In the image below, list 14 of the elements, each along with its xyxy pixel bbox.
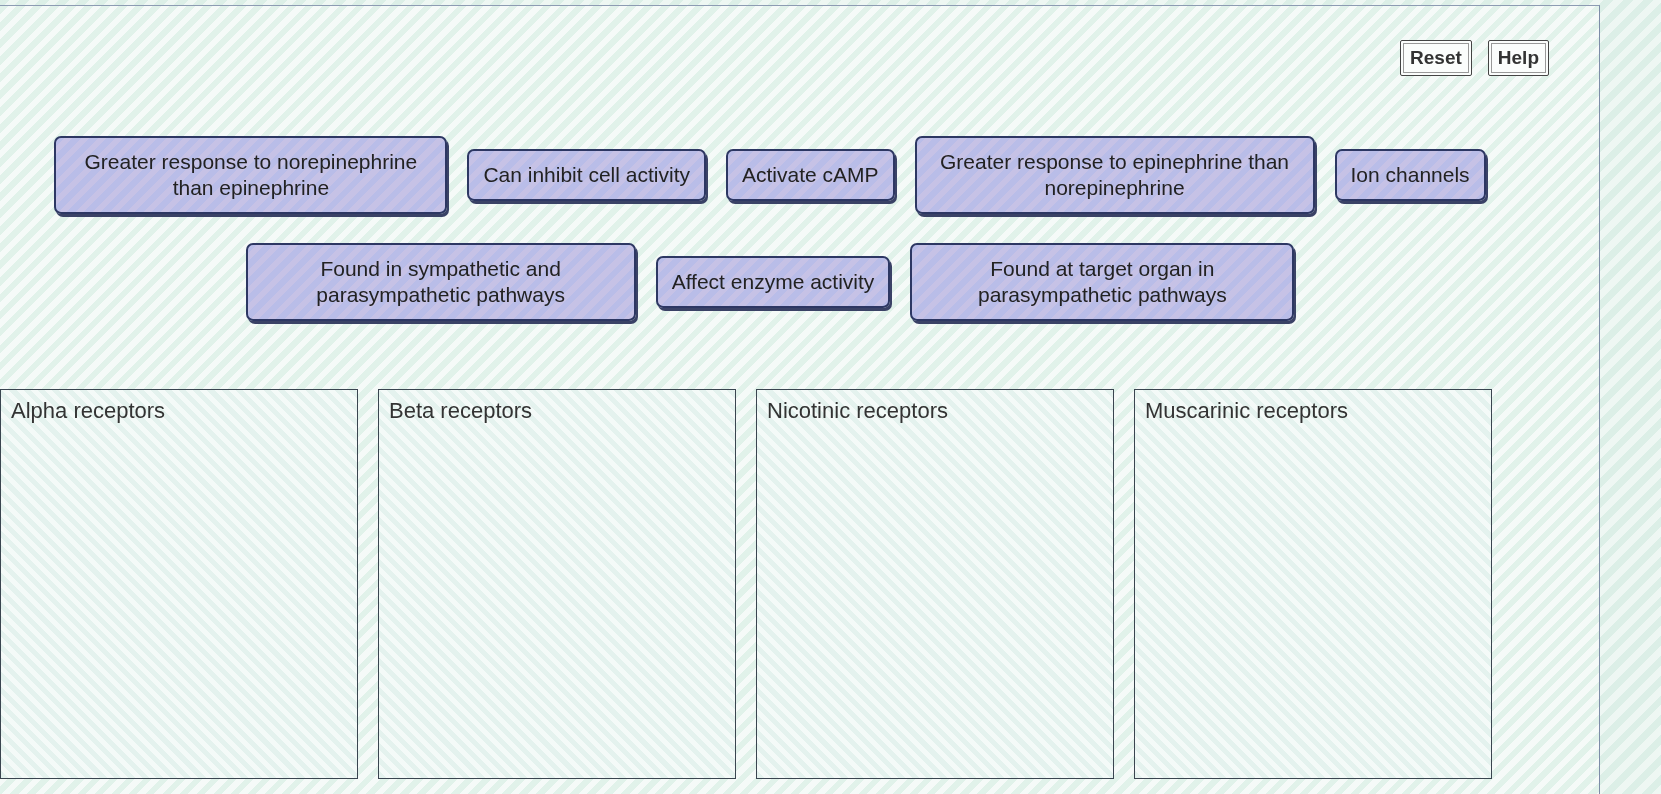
answer-tile[interactable]: Greater response to epinephrine than norepinephrine	[914, 136, 1315, 214]
answer-tile[interactable]: Activate cAMP	[725, 149, 895, 201]
answer-tile[interactable]: Found in sympathetic and parasympathetic pathways	[245, 243, 636, 321]
answer-tile[interactable]: Can inhibit cell activity	[467, 149, 706, 201]
zone-label: Nicotinic receptors	[767, 398, 948, 423]
zone-label: Beta receptors	[389, 398, 533, 423]
help-button[interactable]: Help	[1487, 40, 1549, 76]
answer-tile[interactable]: Greater response to norepinephrine than epinephrine	[54, 136, 448, 214]
answer-tile[interactable]: Affect enzyme activity	[655, 256, 891, 308]
answer-tile[interactable]: Found at target organ in parasympathetic pathways	[910, 243, 1295, 321]
answer-tile[interactable]: Ion channels	[1334, 149, 1486, 201]
reset-button[interactable]: Reset	[1400, 40, 1472, 76]
zone-label: Muscarinic receptors	[1145, 398, 1348, 423]
zone-label: Alpha receptors	[11, 398, 166, 423]
